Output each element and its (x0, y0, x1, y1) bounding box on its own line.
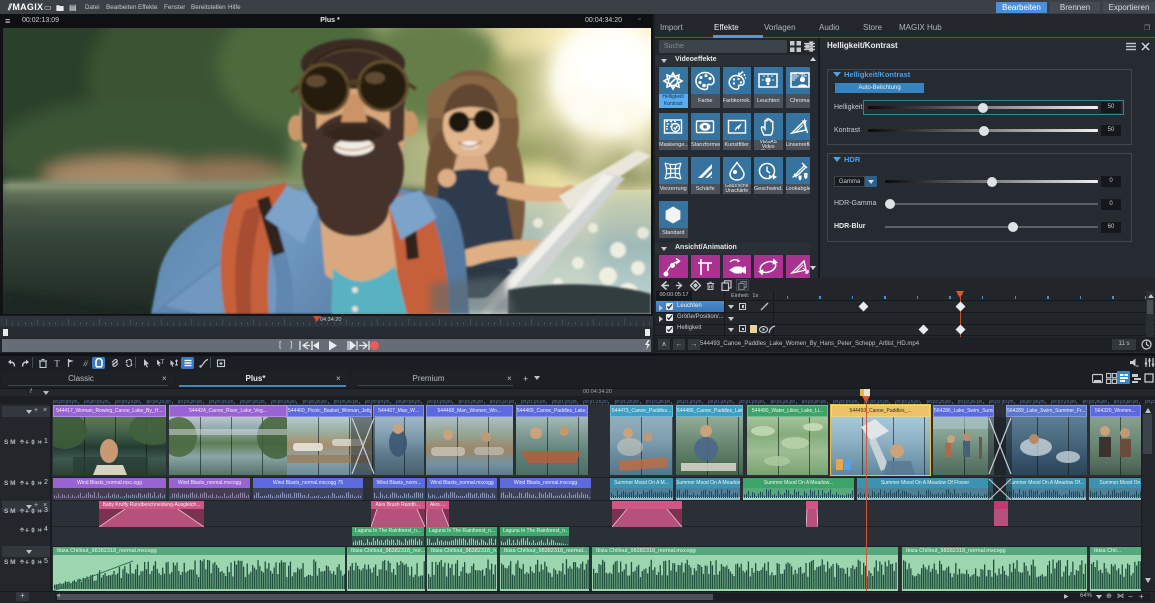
svg-text:𝑖𝑖: 𝑖𝑖 (83, 359, 89, 368)
svg-text:T: T (54, 358, 60, 368)
svg-text:T: T (161, 360, 165, 366)
